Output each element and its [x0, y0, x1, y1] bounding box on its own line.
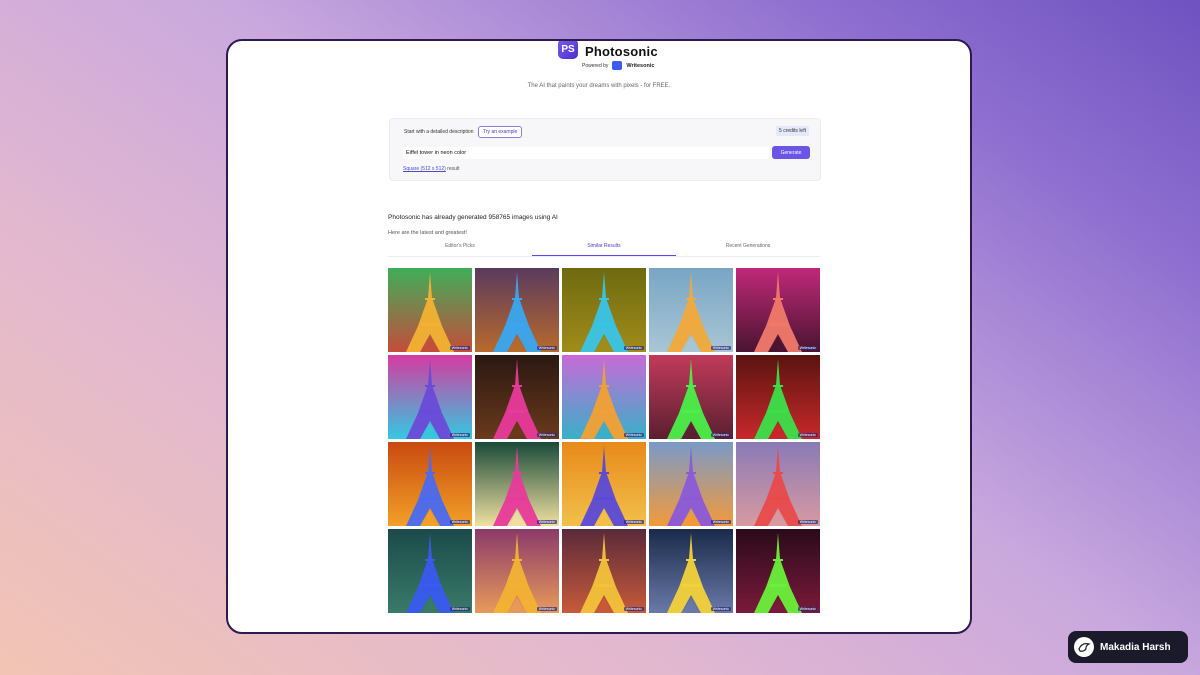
eiffel-tower-image	[649, 442, 733, 526]
writesonic-watermark: Writesonic	[710, 520, 731, 524]
eiffel-tower-image	[475, 268, 559, 352]
gallery-image[interactable]: Writesonic	[562, 529, 646, 613]
gallery-image[interactable]: Writesonic	[562, 355, 646, 439]
tab-editors-picks[interactable]: Editor's Picks	[388, 240, 532, 256]
size-row: Square (512 x 512) result	[403, 166, 459, 172]
eiffel-tower-image	[562, 268, 646, 352]
writesonic-watermark: Writesonic	[449, 433, 470, 437]
stats-subtitle: Here are the latest and greatest!	[388, 230, 467, 236]
prompt-input[interactable]: Eiffel tower in neon color	[403, 147, 769, 159]
gallery-image[interactable]: Writesonic	[388, 268, 472, 352]
gallery-image[interactable]: Writesonic	[649, 529, 733, 613]
generate-button[interactable]: Generate	[772, 146, 810, 159]
writesonic-watermark: Writesonic	[710, 346, 731, 350]
eiffel-tower-image	[649, 529, 733, 613]
size-option-link[interactable]: Square (512 x 512)	[403, 166, 446, 172]
writesonic-watermark: Writesonic	[536, 346, 557, 350]
eiffel-tower-image	[649, 355, 733, 439]
eiffel-tower-image	[475, 529, 559, 613]
gallery-tabs: Editor's Picks Similar Results Recent Ge…	[388, 240, 820, 257]
gallery-image[interactable]: Writesonic	[736, 529, 820, 613]
prompt-card: Start with a detailed description Try an…	[389, 118, 821, 181]
eiffel-tower-image	[388, 355, 472, 439]
writesonic-watermark: Writesonic	[797, 607, 818, 611]
gallery-image[interactable]: Writesonic	[562, 442, 646, 526]
tab-similar-results[interactable]: Similar Results	[532, 240, 676, 256]
gallery-image[interactable]: Writesonic	[388, 529, 472, 613]
avatar	[1074, 637, 1094, 657]
photosonic-logo: PS	[558, 41, 578, 59]
eiffel-tower-image	[562, 529, 646, 613]
size-suffix: result	[447, 166, 460, 172]
stats-title: Photosonic has already generated 958765 …	[388, 214, 558, 221]
try-example-button[interactable]: Try an example	[478, 126, 523, 138]
app-window: PS Photosonic Powered by Writesonic The …	[226, 39, 972, 634]
tagline: The AI that paints your dreams with pixe…	[527, 83, 671, 89]
brand: PS Photosonic	[558, 41, 658, 61]
gallery-image[interactable]: Writesonic	[475, 268, 559, 352]
app-name: Photosonic	[585, 43, 658, 59]
eiffel-tower-image	[649, 268, 733, 352]
powered-by-label: Powered by	[582, 62, 609, 69]
gallery-image[interactable]: Writesonic	[388, 355, 472, 439]
tab-recent-generations[interactable]: Recent Generations	[676, 240, 820, 256]
gallery-image[interactable]: Writesonic	[562, 268, 646, 352]
gallery-image[interactable]: Writesonic	[736, 268, 820, 352]
gallery-image[interactable]: Writesonic	[736, 442, 820, 526]
writesonic-watermark: Writesonic	[623, 520, 644, 524]
writesonic-watermark: Writesonic	[710, 433, 731, 437]
partner-name: Writesonic	[626, 62, 655, 69]
gallery-image[interactable]: Writesonic	[736, 355, 820, 439]
image-gallery: Writesonic Writesonic Writesonic Writesonic…	[388, 268, 824, 616]
writesonic-watermark: Writesonic	[623, 607, 644, 611]
eiffel-tower-image	[736, 442, 820, 526]
author-badge[interactable]: Makadia Harsh	[1068, 631, 1188, 663]
eiffel-tower-image	[736, 355, 820, 439]
eiffel-tower-image	[736, 529, 820, 613]
gallery-image[interactable]: Writesonic	[649, 355, 733, 439]
eiffel-tower-image	[562, 355, 646, 439]
eiffel-tower-image	[736, 268, 820, 352]
writesonic-watermark: Writesonic	[536, 433, 557, 437]
writesonic-watermark: Writesonic	[536, 520, 557, 524]
gallery-image[interactable]: Writesonic	[475, 442, 559, 526]
writesonic-watermark: Writesonic	[449, 607, 470, 611]
writesonic-logo-icon	[612, 61, 623, 70]
eiffel-tower-image	[388, 268, 472, 352]
writesonic-watermark: Writesonic	[710, 607, 731, 611]
gallery-image[interactable]: Writesonic	[475, 355, 559, 439]
eiffel-tower-image	[388, 442, 472, 526]
eiffel-tower-image	[475, 442, 559, 526]
gallery-image[interactable]: Writesonic	[475, 529, 559, 613]
powered-by-row: Powered by Writesonic	[582, 61, 654, 70]
gallery-image[interactable]: Writesonic	[649, 268, 733, 352]
writesonic-watermark: Writesonic	[449, 520, 470, 524]
credits-badge: 5 credits left	[776, 126, 809, 136]
bird-icon	[1078, 643, 1091, 652]
writesonic-watermark: Writesonic	[449, 346, 470, 350]
gallery-image[interactable]: Writesonic	[649, 442, 733, 526]
prompt-label: Start with a detailed description	[404, 129, 474, 135]
eiffel-tower-image	[562, 442, 646, 526]
gallery-image[interactable]: Writesonic	[388, 442, 472, 526]
writesonic-watermark: Writesonic	[797, 520, 818, 524]
eiffel-tower-image	[475, 355, 559, 439]
writesonic-watermark: Writesonic	[797, 433, 818, 437]
author-name: Makadia Harsh	[1100, 641, 1171, 653]
eiffel-tower-image	[388, 529, 472, 613]
writesonic-watermark: Writesonic	[623, 346, 644, 350]
writesonic-watermark: Writesonic	[623, 433, 644, 437]
writesonic-watermark: Writesonic	[797, 346, 818, 350]
writesonic-watermark: Writesonic	[536, 607, 557, 611]
